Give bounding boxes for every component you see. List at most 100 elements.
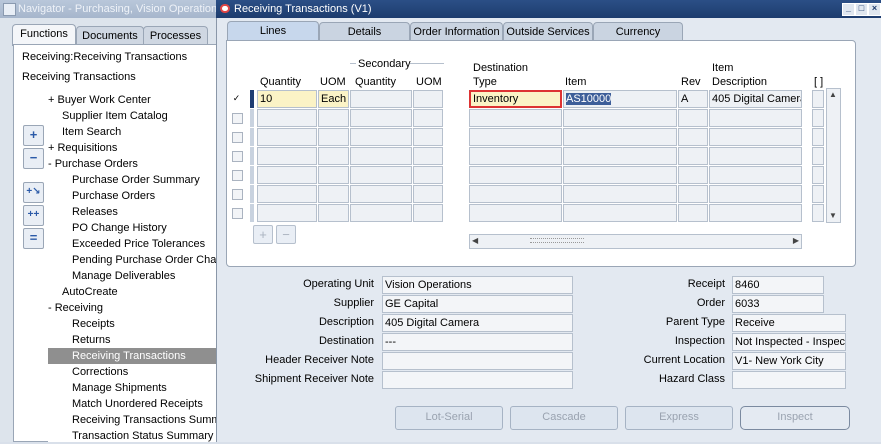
tab-documents[interactable]: Documents <box>76 26 144 45</box>
lot-serial-button[interactable]: Lot-Serial <box>395 406 503 430</box>
tree-item[interactable]: Purchase Order Summary <box>48 172 216 188</box>
tab-outside-services[interactable]: Outside Services <box>503 22 593 42</box>
detail-field[interactable] <box>732 371 846 389</box>
quantity-cell[interactable] <box>257 128 317 146</box>
detail-field[interactable]: 6033 <box>732 295 824 313</box>
flexfield-cell[interactable] <box>812 185 824 203</box>
rev-cell[interactable] <box>678 204 708 222</box>
description-cell[interactable] <box>709 204 802 222</box>
tree-item[interactable]: Returns <box>48 332 216 348</box>
flexfield-cell[interactable] <box>812 147 824 165</box>
quantity-cell[interactable] <box>257 185 317 203</box>
uom-cell[interactable] <box>318 185 349 203</box>
minus-icon[interactable]: − <box>23 148 44 169</box>
dest-type-cell[interactable] <box>469 147 562 165</box>
plus-icon[interactable]: + <box>23 125 44 146</box>
dest-type-cell[interactable] <box>469 166 562 184</box>
tab-details[interactable]: Details <box>319 22 410 42</box>
item-cell[interactable] <box>563 166 677 184</box>
tree-item[interactable]: Manage Deliverables <box>48 268 216 284</box>
item-cell[interactable] <box>563 185 677 203</box>
row-indicator[interactable] <box>250 204 254 222</box>
remove-row-button[interactable]: − <box>276 225 296 244</box>
grid-horizontal-scrollbar[interactable]: ◀ ▶ <box>469 234 802 249</box>
flexfield-cell[interactable] <box>812 90 824 108</box>
tree-item[interactable]: - Purchase Orders <box>48 156 216 172</box>
rev-cell[interactable] <box>678 128 708 146</box>
sec-uom-cell[interactable] <box>413 109 443 127</box>
detail-field[interactable]: --- <box>382 333 573 351</box>
row-select-checkbox[interactable]: ✓ <box>232 94 241 103</box>
item-cell[interactable] <box>563 147 677 165</box>
uom-cell[interactable] <box>318 109 349 127</box>
grid-vertical-scrollbar[interactable]: ▲ ▼ <box>826 88 841 223</box>
sec-quantity-cell[interactable] <box>350 166 412 184</box>
uom-cell[interactable]: Each <box>318 90 349 108</box>
sec-uom-cell[interactable] <box>413 147 443 165</box>
tree-item[interactable]: Receipts <box>48 316 216 332</box>
flexfield-cell[interactable] <box>812 128 824 146</box>
tree-item[interactable]: Supplier Item Catalog <box>48 108 216 124</box>
detail-field[interactable]: 8460 <box>732 276 824 294</box>
tree-item[interactable]: Corrections <box>48 364 216 380</box>
row-select-checkbox[interactable] <box>232 208 243 219</box>
row-select-checkbox[interactable] <box>232 132 243 143</box>
tree-item[interactable]: Receiving Transactions Summa <box>48 412 227 428</box>
tree-item[interactable]: Purchase Orders <box>48 188 216 204</box>
detail-field[interactable]: Not Inspected - Inspecti <box>732 333 846 351</box>
uom-cell[interactable] <box>318 128 349 146</box>
rev-cell[interactable]: A <box>678 90 708 108</box>
quantity-cell[interactable] <box>257 147 317 165</box>
row-indicator[interactable] <box>250 109 254 127</box>
flexfield-cell[interactable] <box>812 166 824 184</box>
detail-field[interactable]: Vision Operations <box>382 276 573 294</box>
main-title-bar[interactable]: Receiving Transactions (V1) <box>216 0 881 18</box>
row-select-checkbox[interactable] <box>232 189 243 200</box>
row-indicator[interactable] <box>250 185 254 203</box>
row-indicator[interactable] <box>250 147 254 165</box>
detail-field[interactable]: V1- New York City <box>732 352 846 370</box>
sec-quantity-cell[interactable] <box>350 185 412 203</box>
tree-item[interactable]: Receiving Transactions <box>48 348 216 364</box>
quantity-cell[interactable]: 10 <box>257 90 317 108</box>
tree-item[interactable]: Match Unordered Receipts <box>48 396 216 412</box>
description-cell[interactable] <box>709 128 802 146</box>
scroll-up-icon[interactable]: ▲ <box>829 91 837 99</box>
minimize-button[interactable]: _ <box>842 3 855 16</box>
tree-item[interactable]: PO Change History <box>48 220 216 236</box>
tree-item[interactable]: Exceeded Price Tolerances <box>48 236 216 252</box>
tree-item[interactable]: Releases <box>48 204 216 220</box>
tree-item[interactable]: AutoCreate <box>48 284 216 300</box>
cascade-button[interactable]: Cascade <box>510 406 618 430</box>
close-button[interactable]: × <box>868 3 881 16</box>
rev-cell[interactable] <box>678 109 708 127</box>
tree-item[interactable]: Item Search <box>48 124 216 140</box>
quantity-cell[interactable] <box>257 204 317 222</box>
dest-type-cell[interactable] <box>469 109 562 127</box>
detail-field[interactable]: Receive <box>732 314 846 332</box>
row-indicator[interactable] <box>250 128 254 146</box>
detail-field[interactable] <box>382 352 573 370</box>
dest-type-cell[interactable] <box>469 185 562 203</box>
item-cell[interactable] <box>563 128 677 146</box>
maximize-button[interactable]: □ <box>855 3 868 16</box>
dest-type-cell[interactable]: Inventory <box>469 90 562 108</box>
sec-quantity-cell[interactable] <box>350 90 412 108</box>
scroll-down-icon[interactable]: ▼ <box>829 212 837 220</box>
row-select-checkbox[interactable] <box>232 113 243 124</box>
tab-functions[interactable]: Functions <box>12 24 76 46</box>
scroll-right-icon[interactable]: ▶ <box>793 237 799 245</box>
dest-type-cell[interactable] <box>469 204 562 222</box>
row-indicator[interactable] <box>250 90 254 108</box>
rev-cell[interactable] <box>678 185 708 203</box>
flexfield-cell[interactable] <box>812 204 824 222</box>
sec-uom-cell[interactable] <box>413 166 443 184</box>
row-indicator[interactable] <box>250 166 254 184</box>
flexfield-cell[interactable] <box>812 109 824 127</box>
description-cell[interactable] <box>709 166 802 184</box>
item-cell[interactable] <box>563 204 677 222</box>
tree-item[interactable]: + Requisitions <box>48 140 216 156</box>
sec-uom-cell[interactable] <box>413 128 443 146</box>
detail-field[interactable] <box>382 371 573 389</box>
tree-item[interactable]: - Receiving <box>48 300 216 316</box>
